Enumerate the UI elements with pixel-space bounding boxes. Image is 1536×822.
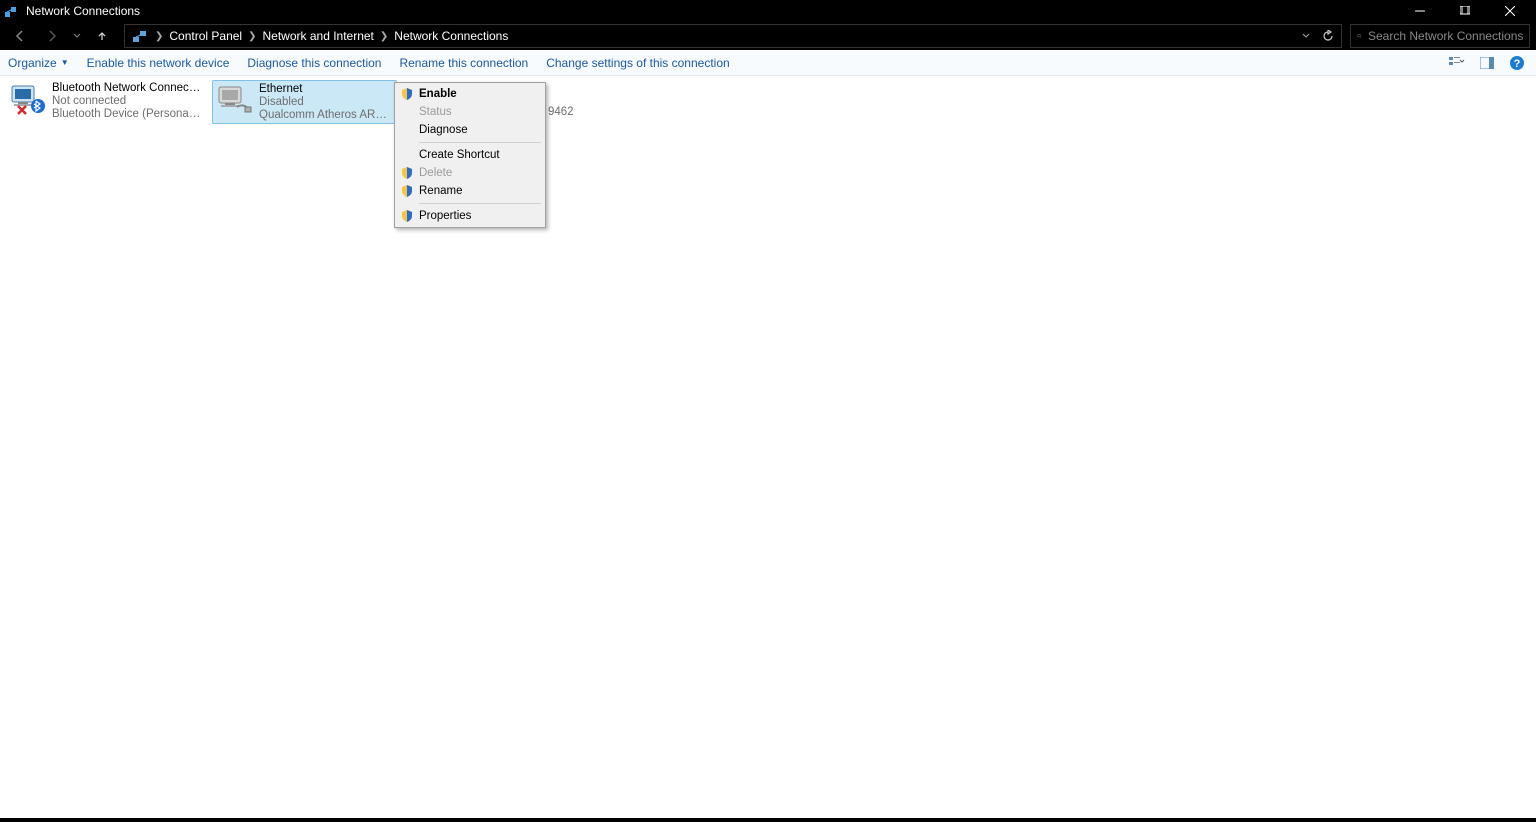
search-box[interactable] [1350,24,1530,48]
preview-pane-button[interactable] [1476,52,1498,74]
titlebar: Network Connections [0,0,1536,22]
minimize-button[interactable] [1397,0,1442,22]
window-title: Network Connections [26,4,1397,18]
content-area[interactable]: Bluetooth Network Connection Not connect… [0,76,1536,818]
back-button[interactable] [6,24,34,48]
connection-device: Qualcomm Atheros AR8171/817... [259,109,392,122]
shield-icon [400,166,414,180]
connection-item-bluetooth[interactable]: Bluetooth Network Connection Not connect… [6,80,206,124]
separator [419,142,541,143]
ctx-delete: Delete [397,164,543,182]
up-button[interactable] [88,24,116,48]
context-menu: Enable Status Diagnose Create Shortcut D… [394,82,546,228]
crumb-control-panel[interactable]: Control Panel [165,25,246,47]
ctx-delete-label: Delete [419,167,452,179]
wifi-device-fragment: 9462 [548,106,574,118]
ctx-enable[interactable]: Enable [397,85,543,103]
recent-dropdown[interactable] [70,24,84,48]
search-input[interactable] [1368,29,1523,43]
close-button[interactable] [1487,0,1532,22]
refresh-button[interactable] [1317,25,1339,47]
forward-button[interactable] [38,24,66,48]
ctx-diagnose-label: Diagnose [419,124,468,136]
crumb-network-internet[interactable]: Network and Internet [259,25,378,47]
command-bar: Organize ▼ Enable this network device Di… [0,50,1536,76]
organize-label: Organize [8,56,57,70]
connection-name: Bluetooth Network Connection [52,82,202,95]
organize-dropdown[interactable]: Organize ▼ [8,56,69,70]
app-icon [4,3,20,19]
maximize-button[interactable] [1442,0,1487,22]
bluetooth-adapter-icon [10,82,46,118]
ctx-create-shortcut[interactable]: Create Shortcut [397,146,543,164]
shield-icon [400,209,414,223]
ctx-properties[interactable]: Properties [397,207,543,225]
connection-status: Disabled [259,96,392,109]
svg-text:?: ? [1514,58,1521,70]
ctx-diagnose[interactable]: Diagnose [397,121,543,139]
address-dropdown[interactable] [1295,25,1317,47]
ethernet-adapter-icon [217,83,253,119]
window-controls [1397,0,1532,22]
ctx-rename[interactable]: Rename [397,182,543,200]
connection-name: Ethernet [259,83,392,96]
connection-status: Not connected [52,95,202,108]
ctx-enable-label: Enable [419,88,457,100]
breadcrumb-icon [131,27,149,45]
chevron-right-icon[interactable]: ❯ [246,31,258,42]
ctx-properties-label: Properties [419,210,471,222]
breadcrumb[interactable]: ❯ Control Panel ❯ Network and Internet ❯… [124,24,1342,48]
cmd-change-settings[interactable]: Change settings of this connection [546,56,729,70]
help-button[interactable]: ? [1506,52,1528,74]
chevron-right-icon[interactable]: ❯ [153,31,165,42]
bottom-strip [0,818,1536,822]
ctx-status: Status [397,103,543,121]
ctx-create-shortcut-label: Create Shortcut [419,149,500,161]
addressbar: ❯ Control Panel ❯ Network and Internet ❯… [0,22,1536,50]
shield-icon [400,87,414,101]
search-icon [1357,30,1362,42]
ctx-rename-label: Rename [419,185,462,197]
crumb-network-connections[interactable]: Network Connections [390,25,512,47]
connection-device: Bluetooth Device (Personal Area ... [52,108,202,121]
cmd-diagnose[interactable]: Diagnose this connection [247,56,381,70]
ctx-status-label: Status [419,106,452,118]
view-options-button[interactable] [1446,52,1468,74]
separator [419,203,541,204]
cmd-rename[interactable]: Rename this connection [399,56,528,70]
shield-icon [400,184,414,198]
cmd-enable-device[interactable]: Enable this network device [87,56,230,70]
connection-item-ethernet[interactable]: Ethernet Disabled Qualcomm Atheros AR817… [212,80,397,124]
caret-down-icon: ▼ [61,58,69,67]
chevron-right-icon[interactable]: ❯ [378,31,390,42]
